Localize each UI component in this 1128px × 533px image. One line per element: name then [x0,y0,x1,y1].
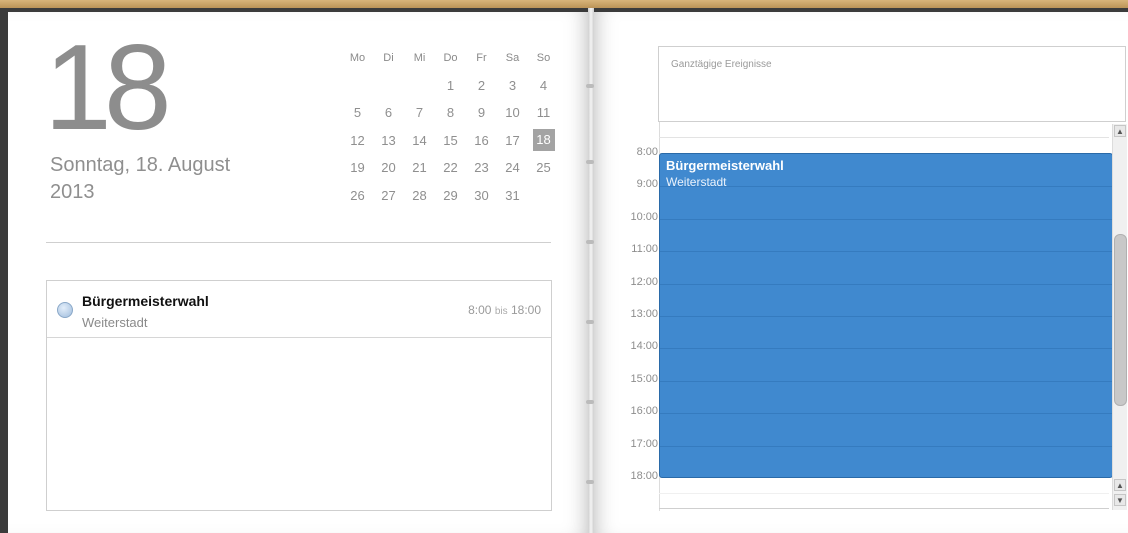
calendar-day[interactable]: 9 [466,105,497,120]
hour-label: 18:00 [630,470,658,482]
mini-calendar: Mo Di Mi Do Fr Sa So 1 2 3 4 5 6 7 8 9 10 11 12 13 14… [342,44,559,209]
calendar-week-row: 12 13 14 15 16 17 18 [342,127,559,155]
calendar-day[interactable]: 12 [342,133,373,148]
calendar-day[interactable]: 19 [342,160,373,175]
calendar-day[interactable]: 25 [528,160,559,175]
date-heading: Sonntag, 18. August 2013 [50,152,230,206]
all-day-label: Ganztägige Ereignisse [671,59,772,70]
event-hour-line [660,413,1112,415]
calendar-day[interactable]: 1 [435,78,466,93]
calendar-day[interactable]: 27 [373,188,404,203]
binding-ring [586,480,594,484]
weekday-header: Mo Di Mi Do Fr Sa So [342,44,559,72]
event-hour-line [660,316,1112,317]
calendar-day[interactable]: 31 [497,188,528,203]
binding-ring [586,240,594,244]
scroll-up-arrow-icon[interactable]: ▲ [1114,125,1126,137]
hour-label: 9:00 [636,178,658,191]
binding-ring [586,160,594,164]
all-day-events-area[interactable]: Ganztägige Ereignisse [658,46,1126,122]
calendar-day[interactable]: 7 [404,105,435,120]
hour-label: 15:00 [630,372,658,385]
calendar-day[interactable]: 2 [466,78,497,93]
calendar-day[interactable]: 8 [435,105,466,120]
weekday-label: Do [443,51,458,64]
weekday-label: So [536,51,551,64]
calendar-day[interactable]: 10 [497,105,528,120]
hour-label: 14:00 [630,340,658,353]
binding-ring [586,84,594,88]
weekday-label: Fr [476,51,487,64]
calendar-day[interactable]: 22 [435,160,466,175]
event-title: Bürgermeisterwahl [82,293,209,309]
calendar-day[interactable]: 21 [404,160,435,175]
event-start: 8:00 [468,303,492,317]
event-list-item[interactable]: Bürgermeisterwahl Weiterstadt 8:00 bis 1… [47,281,551,338]
event-hour-line [660,251,1112,253]
hour-label: 8:00 [636,146,658,158]
calendar-day[interactable]: 24 [497,160,528,175]
calendar-day[interactable]: 17 [497,133,528,148]
divider [46,242,551,243]
event-list: Bürgermeisterwahl Weiterstadt 8:00 bis 1… [46,280,552,511]
calendar-day[interactable]: 3 [497,78,528,93]
event-time: 8:00 bis 18:00 [468,303,541,317]
calendar-day[interactable]: 30 [466,188,497,203]
calendar-day[interactable]: 26 [342,188,373,203]
hour-label: 10:00 [630,210,658,223]
calendar-day[interactable]: 5 [342,105,373,120]
event-hour-line [660,283,1112,285]
timeline-bottom-border [659,508,1109,509]
calendar-day[interactable]: 4 [528,78,559,93]
half-hour-line [659,137,1109,138]
timeline-event-block[interactable]: Bürgermeisterwahl Weiterstadt [659,153,1113,478]
weekday-label: Di [383,51,394,64]
calendar-week-row: 19 20 21 22 23 24 25 [342,154,559,182]
hour-label: 16:00 [630,405,658,418]
event-end: 18:00 [510,303,541,317]
calendar-day[interactable]: 20 [373,160,404,175]
hour-label: 11:00 [631,243,658,256]
weekday-label: Mo [349,51,366,64]
calendar-day[interactable]: 28 [404,188,435,203]
weekday-date: Sonntag, 18. August [50,154,231,176]
calendar-day[interactable]: 15 [435,133,466,148]
event-location: Weiterstadt [82,315,148,330]
calendar-day-selected[interactable]: 18 [532,129,555,152]
calendar-weeks: 1 2 3 4 5 6 7 8 9 10 11 12 13 14 15 16 17 18 19 20 21 22 23 24 2… [342,72,559,210]
calendar-day[interactable]: 23 [466,160,497,175]
calendar-day[interactable]: 14 [404,133,435,148]
hour-label: 12:00 [630,275,658,288]
timeline-scrollbar[interactable]: ▲ ▲ ▼ [1112,124,1127,510]
calendar-day[interactable]: 29 [435,188,466,203]
year: 2013 [50,181,95,203]
hour-label: 17:00 [630,437,658,450]
weekday-label: Mi [413,51,426,64]
weekday-label: Sa [505,51,520,64]
scrollbar-thumb[interactable] [1114,234,1127,406]
hour-label: 13:00 [630,308,658,320]
calendar-day[interactable]: 13 [373,133,404,148]
calendar-day[interactable]: 16 [466,133,497,148]
event-hour-line [660,348,1112,350]
event-hour-line [660,218,1112,220]
scroll-up-arrow-icon[interactable]: ▲ [1114,479,1126,491]
calendar-week-row: 1234 [342,72,559,100]
scroll-down-arrow-icon[interactable]: ▼ [1114,494,1126,506]
event-time-separator: bis [494,306,508,317]
timeline-event-title: Bürgermeisterwahl [666,158,784,173]
binding-ring [586,400,594,404]
calendar-week-row: 26 27 28 29 30 31 [342,182,559,210]
event-hour-line [660,186,1112,188]
big-day-number: 18 [44,19,172,155]
calendar-color-dot [57,302,73,318]
event-hour-line [660,445,1112,447]
calendar-day[interactable]: 11 [528,105,559,120]
half-hour-line [659,493,1109,495]
binding-ring [586,320,594,324]
calendar-week-row: 5 6 7 8 9 10 11 [342,99,559,127]
event-hour-line [660,380,1112,382]
calendar-day[interactable]: 6 [373,105,404,120]
